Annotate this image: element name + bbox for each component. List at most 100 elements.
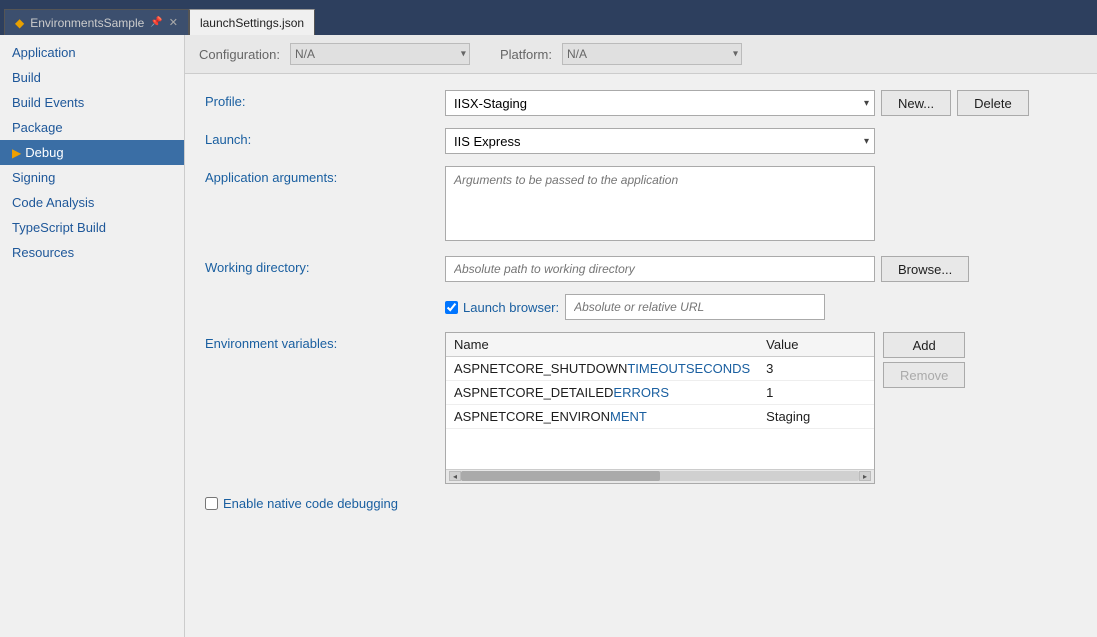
sidebar-item-typescript-build[interactable]: TypeScript Build <box>0 215 184 240</box>
sidebar-item-build-events[interactable]: Build Events <box>0 90 184 115</box>
sidebar-item-package[interactable]: Package <box>0 115 184 140</box>
profile-input-row: IISX-Staging ▾ New... Delete <box>445 90 1077 116</box>
app-args-textarea[interactable] <box>445 166 875 241</box>
env-value-cell: 1 <box>758 381 874 405</box>
configuration-label: Configuration: <box>199 47 280 62</box>
launch-dropdown-wrapper: IIS Express ▾ <box>445 128 875 154</box>
launch-select[interactable]: IIS Express <box>445 128 875 154</box>
env-value-header: Value <box>758 333 874 357</box>
sidebar: Application Build Build Events Package ▶… <box>0 35 185 637</box>
sidebar-item-application[interactable]: Application <box>0 40 184 65</box>
sidebar-item-label: Application <box>12 45 76 60</box>
tab-label-active: launchSettings.json <box>200 16 304 30</box>
sidebar-item-label: Build Events <box>12 95 84 110</box>
tab-pin-icon[interactable]: 📌 <box>150 17 162 28</box>
sidebar-item-debug[interactable]: ▶ Debug <box>0 140 184 165</box>
scroll-thumb <box>461 471 660 481</box>
sidebar-item-build[interactable]: Build <box>0 65 184 90</box>
add-button[interactable]: Add <box>883 332 965 358</box>
launch-row: Launch: IIS Express ▾ <box>205 128 1077 154</box>
env-value-cell: 3 <box>758 357 874 381</box>
profile-label: Profile: <box>205 90 445 109</box>
env-vars-control: Name Value ASPNETCORE_SHUTDOWNTIMEOUTSEC… <box>445 332 1077 484</box>
app-args-row: Application arguments: <box>205 166 1077 244</box>
working-dir-row: Working directory: Browse... <box>205 256 1077 282</box>
sidebar-item-label: Code Analysis <box>12 195 94 210</box>
sidebar-item-code-analysis[interactable]: Code Analysis <box>0 190 184 215</box>
sidebar-item-label: Build <box>12 70 41 85</box>
table-row[interactable]: ASPNETCORE_ENVIRONMENT Staging <box>446 405 874 429</box>
new-button[interactable]: New... <box>881 90 951 116</box>
launch-browser-text: Launch browser: <box>463 300 559 315</box>
platform-label: Platform: <box>500 47 552 62</box>
scroll-right-button[interactable]: ▸ <box>859 471 871 481</box>
env-vars-label: Environment variables: <box>205 332 445 351</box>
tab-icon: ◆ <box>15 16 24 30</box>
launch-browser-label-spacer <box>205 294 445 298</box>
env-vars-row: Environment variables: Name Value <box>205 332 1077 484</box>
tab-launch-settings[interactable]: launchSettings.json <box>189 9 315 35</box>
app-args-control <box>445 166 1077 244</box>
form-area: Profile: IISX-Staging ▾ New... Delete <box>185 74 1097 527</box>
env-side-buttons: Add Remove <box>883 332 965 388</box>
remove-button[interactable]: Remove <box>883 362 965 388</box>
env-name-prefix: ASPNETCORE_ENVIRON <box>454 409 610 424</box>
config-bar: Configuration: N/A Platform: N/A <box>185 35 1097 74</box>
sidebar-item-label: TypeScript Build <box>12 220 106 235</box>
main-layout: Application Build Build Events Package ▶… <box>0 35 1097 637</box>
enable-native-checkbox[interactable] <box>205 497 218 510</box>
enable-native-label: Enable native code debugging <box>223 496 398 511</box>
profile-dropdown-wrapper: IISX-Staging ▾ <box>445 90 875 116</box>
launch-browser-checkbox[interactable] <box>445 301 458 314</box>
working-dir-input[interactable] <box>445 256 875 282</box>
env-table: Name Value ASPNETCORE_SHUTDOWNTIMEOUTSEC… <box>446 333 874 469</box>
env-name-cell: ASPNETCORE_ENVIRONMENT <box>446 405 758 429</box>
env-name-cell: ASPNETCORE_DETAILEDERRORS <box>446 381 758 405</box>
working-dir-control: Browse... <box>445 256 1077 282</box>
sidebar-item-resources[interactable]: Resources <box>0 240 184 265</box>
env-vars-wrapper: Name Value ASPNETCORE_SHUTDOWNTIMEOUTSEC… <box>445 332 1077 484</box>
env-name-prefix: ASPNETCORE_SHUTDOWN <box>454 361 627 376</box>
env-name-suffix: MENT <box>610 409 647 424</box>
launch-browser-url-input[interactable] <box>565 294 825 320</box>
env-table-scrollbar[interactable]: ◂ ▸ <box>446 469 874 483</box>
delete-button[interactable]: Delete <box>957 90 1029 116</box>
env-name-header: Name <box>446 333 758 357</box>
native-debug-row: Enable native code debugging <box>205 496 1077 511</box>
sidebar-item-label: Resources <box>12 245 74 260</box>
env-empty-row <box>446 429 874 469</box>
configuration-select[interactable]: N/A <box>290 43 470 65</box>
sidebar-item-signing[interactable]: Signing <box>0 165 184 190</box>
launch-browser-control: Launch browser: <box>445 294 1077 320</box>
browse-button[interactable]: Browse... <box>881 256 969 282</box>
profile-control: IISX-Staging ▾ New... Delete <box>445 90 1077 116</box>
sidebar-item-label: Debug <box>25 145 63 160</box>
launch-browser-row: Launch browser: <box>205 294 1077 320</box>
env-value-cell: Staging <box>758 405 874 429</box>
configuration-select-wrapper: N/A <box>290 43 470 65</box>
title-bar: ◆ EnvironmentsSample 📌 ✕ launchSettings.… <box>0 0 1097 35</box>
env-table-header-row: Name Value <box>446 333 874 357</box>
profile-select[interactable]: IISX-Staging <box>445 90 875 116</box>
sidebar-item-label: Signing <box>12 170 55 185</box>
env-name-prefix: ASPNETCORE_DETAILED <box>454 385 613 400</box>
launch-label: Launch: <box>205 128 445 147</box>
scroll-left-button[interactable]: ◂ <box>449 471 461 481</box>
tab-close-icon[interactable]: ✕ <box>169 16 178 29</box>
platform-select-wrapper: N/A <box>562 43 742 65</box>
active-indicator-icon: ▶ <box>12 146 21 160</box>
scroll-track <box>461 471 859 481</box>
table-row[interactable]: ASPNETCORE_SHUTDOWNTIMEOUTSECONDS 3 <box>446 357 874 381</box>
table-row[interactable]: ASPNETCORE_DETAILEDERRORS 1 <box>446 381 874 405</box>
env-name-cell: ASPNETCORE_SHUTDOWNTIMEOUTSECONDS <box>446 357 758 381</box>
app-args-label: Application arguments: <box>205 166 445 185</box>
platform-select[interactable]: N/A <box>562 43 742 65</box>
env-table-container: Name Value ASPNETCORE_SHUTDOWNTIMEOUTSEC… <box>445 332 875 484</box>
sidebar-item-label: Package <box>12 120 63 135</box>
env-name-suffix: TIMEOUTSECONDS <box>627 361 750 376</box>
tab-label: EnvironmentsSample <box>30 16 144 30</box>
tab-environments-sample[interactable]: ◆ EnvironmentsSample 📌 ✕ <box>4 9 189 35</box>
working-dir-label: Working directory: <box>205 256 445 275</box>
env-name-suffix: ERRORS <box>613 385 669 400</box>
launch-browser-checkbox-label: Launch browser: <box>445 300 559 315</box>
